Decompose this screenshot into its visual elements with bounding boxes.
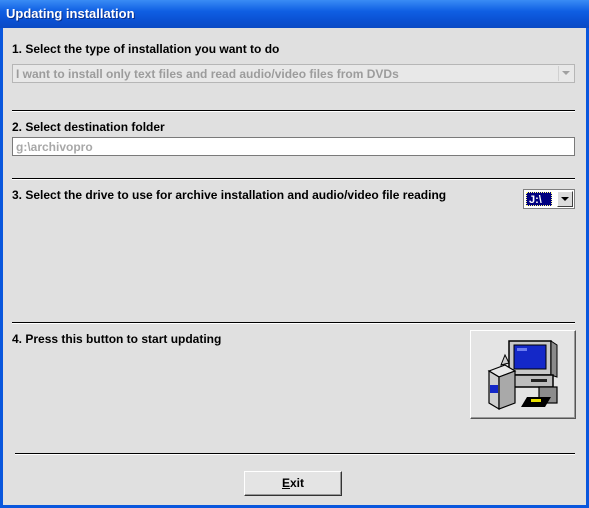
step2-label: 2. Select destination folder	[12, 120, 165, 134]
separator-4	[15, 453, 575, 455]
dropdown-arrow-icon[interactable]	[557, 191, 573, 207]
exit-label-rest: xit	[290, 476, 305, 490]
destination-folder-value: g:\archivopro	[16, 140, 93, 154]
dropdown-arrow-icon[interactable]	[558, 66, 573, 81]
title-bar[interactable]: Updating installation	[0, 0, 589, 28]
step3-label: 3. Select the drive to use for archive i…	[12, 188, 447, 202]
separator-1	[12, 110, 575, 112]
step4-label: 4. Press this button to start updating	[12, 332, 222, 346]
installation-type-select[interactable]: I want to install only text files and re…	[12, 64, 575, 83]
separator-3	[12, 322, 575, 324]
step1-label: 1. Select the type of installation you w…	[12, 42, 280, 56]
destination-folder-field[interactable]: g:\archivopro	[12, 137, 575, 156]
exit-button[interactable]: Exit	[244, 471, 342, 496]
exit-mnemonic: E	[281, 476, 290, 490]
installation-type-value: I want to install only text files and re…	[16, 67, 399, 81]
drive-value: J:\	[526, 192, 552, 206]
computer-install-icon	[487, 340, 558, 411]
drive-select[interactable]: J:\	[523, 189, 575, 209]
installer-window: Updating installation 1. Select the type…	[0, 0, 589, 508]
separator-2	[12, 178, 575, 180]
window-title: Updating installation	[6, 6, 135, 21]
start-update-button[interactable]	[470, 330, 576, 419]
client-area: 1. Select the type of installation you w…	[3, 28, 586, 505]
